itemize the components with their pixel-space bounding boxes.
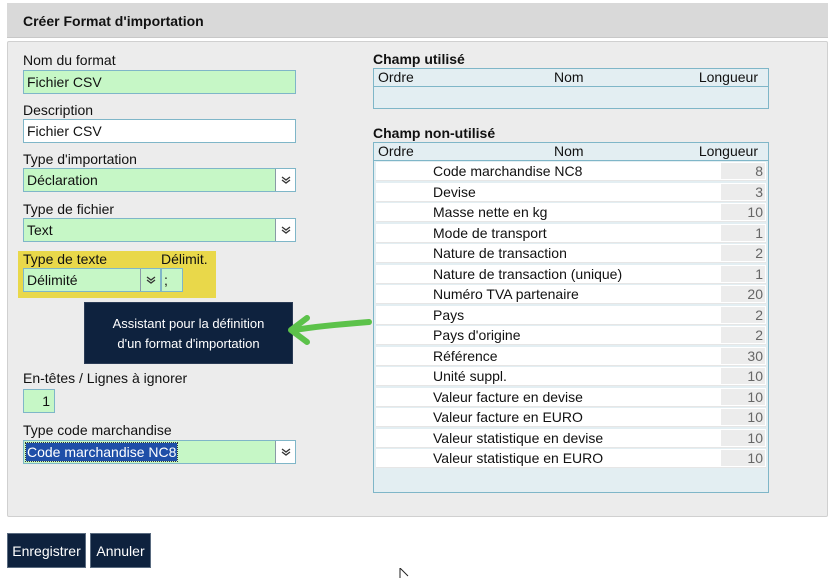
field-name: Référence <box>433 347 498 364</box>
file-type-value: Text <box>27 222 53 238</box>
table-row[interactable]: Nature de transaction (unique) 1 <box>376 264 766 284</box>
table-row[interactable]: Numéro TVA partenaire 20 <box>376 285 766 304</box>
format-name-label: Nom du format <box>23 52 116 68</box>
chevron-down-icon[interactable] <box>140 269 160 291</box>
field-name: Pays d'origine <box>433 327 521 343</box>
used-fields-title: Champ utilisé <box>373 51 465 67</box>
field-name: Valeur facture en devise <box>433 388 583 405</box>
field-name: Numéro TVA partenaire <box>433 286 579 302</box>
import-type-value: Déclaration <box>27 172 98 188</box>
unused-fields-table[interactable]: Ordre Nom Longueur Code marchandise NC8 8… <box>373 142 769 493</box>
table-row[interactable]: Unité suppl. 10 <box>376 367 766 386</box>
file-type-select[interactable]: Text <box>23 218 296 242</box>
field-name: Valeur statistique en EURO <box>433 450 604 466</box>
tooltip-line-2: d'un format d'importation <box>117 336 260 351</box>
import-type-label: Type d'importation <box>23 151 137 167</box>
field-name: Masse nette en kg <box>433 204 548 220</box>
field-name: Nature de transaction <box>433 245 567 261</box>
used-fields-header: Ordre Nom Longueur <box>374 69 768 87</box>
delimiter-input[interactable]: ; <box>161 268 183 292</box>
field-length: 10 <box>721 450 765 466</box>
column-header-name[interactable]: Nom <box>554 69 584 85</box>
description-label: Description <box>23 102 94 118</box>
field-name: Mode de transport <box>433 224 547 241</box>
dialog-title: Créer Format d'importation <box>23 13 204 29</box>
field-name: Unité suppl. <box>433 368 507 384</box>
column-header-length[interactable]: Longueur <box>699 143 758 159</box>
text-type-label: Type de texte <box>23 251 108 267</box>
tooltip-line-1: Assistant pour la définition <box>112 316 265 331</box>
chevron-down-icon[interactable] <box>275 169 295 191</box>
field-name: Devise <box>433 183 476 200</box>
field-length: 2 <box>721 245 765 261</box>
table-row[interactable]: Pays d'origine 2 <box>376 326 766 345</box>
field-name: Valeur facture en EURO <box>433 409 583 425</box>
cancel-button[interactable]: Annuler <box>90 533 151 568</box>
dialog-title-bar: Créer Format d'importation <box>7 3 828 38</box>
field-name: Valeur statistique en devise <box>433 429 604 446</box>
field-length: 10 <box>721 409 765 425</box>
field-length: 10 <box>721 429 765 446</box>
table-row[interactable]: Référence 30 <box>376 346 766 366</box>
text-type-select[interactable]: Délimité <box>23 268 161 292</box>
field-length: 20 <box>721 286 765 302</box>
field-length: 2 <box>721 306 765 323</box>
table-row[interactable]: Mode de transport 1 <box>376 223 766 243</box>
mouse-cursor-icon <box>399 568 409 578</box>
field-length: 1 <box>721 224 765 241</box>
table-row[interactable]: Valeur statistique en devise 10 <box>376 428 766 448</box>
unused-fields-header: Ordre Nom Longueur <box>374 143 768 161</box>
chevron-down-icon[interactable] <box>275 219 295 241</box>
field-length: 10 <box>721 204 765 220</box>
table-row[interactable]: Valeur facture en EURO 10 <box>376 408 766 427</box>
field-name: Nature de transaction (unique) <box>433 265 623 282</box>
headers-input[interactable]: 1 <box>23 389 55 413</box>
field-length: 30 <box>721 347 765 364</box>
column-header-order[interactable]: Ordre <box>378 69 414 85</box>
chevron-down-icon[interactable] <box>275 441 295 463</box>
field-length: 1 <box>721 265 765 282</box>
table-row[interactable]: Pays 2 <box>376 305 766 325</box>
column-header-name[interactable]: Nom <box>554 143 584 159</box>
save-button[interactable]: Enregistrer <box>7 533 86 568</box>
field-length: 2 <box>721 327 765 343</box>
headers-label: En-têtes / Lignes à ignorer <box>23 370 188 386</box>
delimiter-label: Délimit. <box>161 251 208 267</box>
column-header-order[interactable]: Ordre <box>378 143 414 159</box>
table-row[interactable]: Nature de transaction 2 <box>376 244 766 263</box>
field-length: 3 <box>721 183 765 200</box>
text-type-value: Délimité <box>27 272 78 288</box>
format-name-input[interactable]: Fichier CSV <box>23 70 296 94</box>
import-type-select[interactable]: Déclaration <box>23 168 296 192</box>
table-row[interactable]: Masse nette en kg 10 <box>376 203 766 222</box>
field-name: Code marchandise NC8 <box>433 163 583 179</box>
description-input[interactable]: Fichier CSV <box>23 119 296 143</box>
field-length: 8 <box>721 163 765 179</box>
table-row[interactable]: Valeur statistique en EURO 10 <box>376 449 766 468</box>
field-length: 10 <box>721 388 765 405</box>
used-fields-table[interactable]: Ordre Nom Longueur <box>373 68 769 109</box>
commodity-type-value: Code marchandise NC8 <box>24 442 179 462</box>
commodity-type-label: Type code marchandise <box>23 422 172 438</box>
table-row[interactable]: Devise 3 <box>376 182 766 202</box>
field-name: Pays <box>433 306 465 323</box>
column-header-length[interactable]: Longueur <box>699 69 758 85</box>
pointer-arrow-icon <box>288 315 372 345</box>
table-row[interactable]: Valeur facture en devise 10 <box>376 387 766 407</box>
table-row[interactable]: Code marchandise NC8 8 <box>376 162 766 181</box>
unused-fields-title: Champ non-utilisé <box>373 125 496 141</box>
field-length: 10 <box>721 368 765 384</box>
commodity-type-select[interactable]: Code marchandise NC8 <box>23 440 296 464</box>
wizard-tooltip: Assistant pour la définition d'un format… <box>84 302 293 364</box>
file-type-label: Type de fichier <box>23 201 115 217</box>
